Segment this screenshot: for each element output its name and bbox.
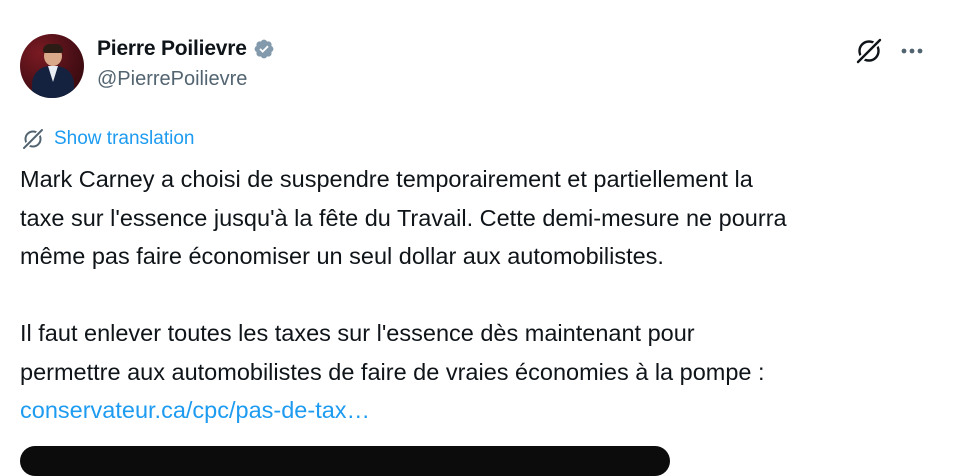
media-preview[interactable] — [20, 446, 670, 476]
author-display-name[interactable]: Pierre Poilievre — [97, 37, 247, 61]
post-text-line: Mark Carney a choisi de suspendre tempor… — [20, 166, 753, 192]
post-text-line: permettre aux automobilistes de faire de… — [20, 358, 765, 385]
avatar[interactable] — [20, 34, 84, 98]
avatar-hair — [43, 44, 63, 53]
more-options-icon[interactable] — [898, 40, 926, 62]
post-text-line: taxe sur l'essence jusqu'à la fête du Tr… — [20, 204, 787, 231]
post-card: Pierre Poilievre @PierrePoilievre Show t… — [0, 0, 962, 476]
grok-icon[interactable] — [852, 34, 886, 68]
verified-badge-icon — [254, 39, 274, 59]
author-handle[interactable]: @PierrePoilievre — [97, 68, 247, 91]
post-text-line: Il faut enlever toutes les taxes sur l'e… — [20, 320, 695, 346]
post-link[interactable]: conservateur.ca/cpc/pas-de-tax… — [20, 397, 370, 423]
show-translation-button[interactable]: Show translation — [20, 126, 194, 152]
show-translation-label[interactable]: Show translation — [54, 128, 194, 150]
post-text: Mark Carney a choisi de suspendre tempor… — [20, 160, 950, 430]
author-name-row[interactable]: Pierre Poilievre — [97, 36, 275, 62]
translate-icon — [21, 127, 45, 151]
post-text-line: même pas faire économiser un seul dollar… — [20, 243, 664, 269]
